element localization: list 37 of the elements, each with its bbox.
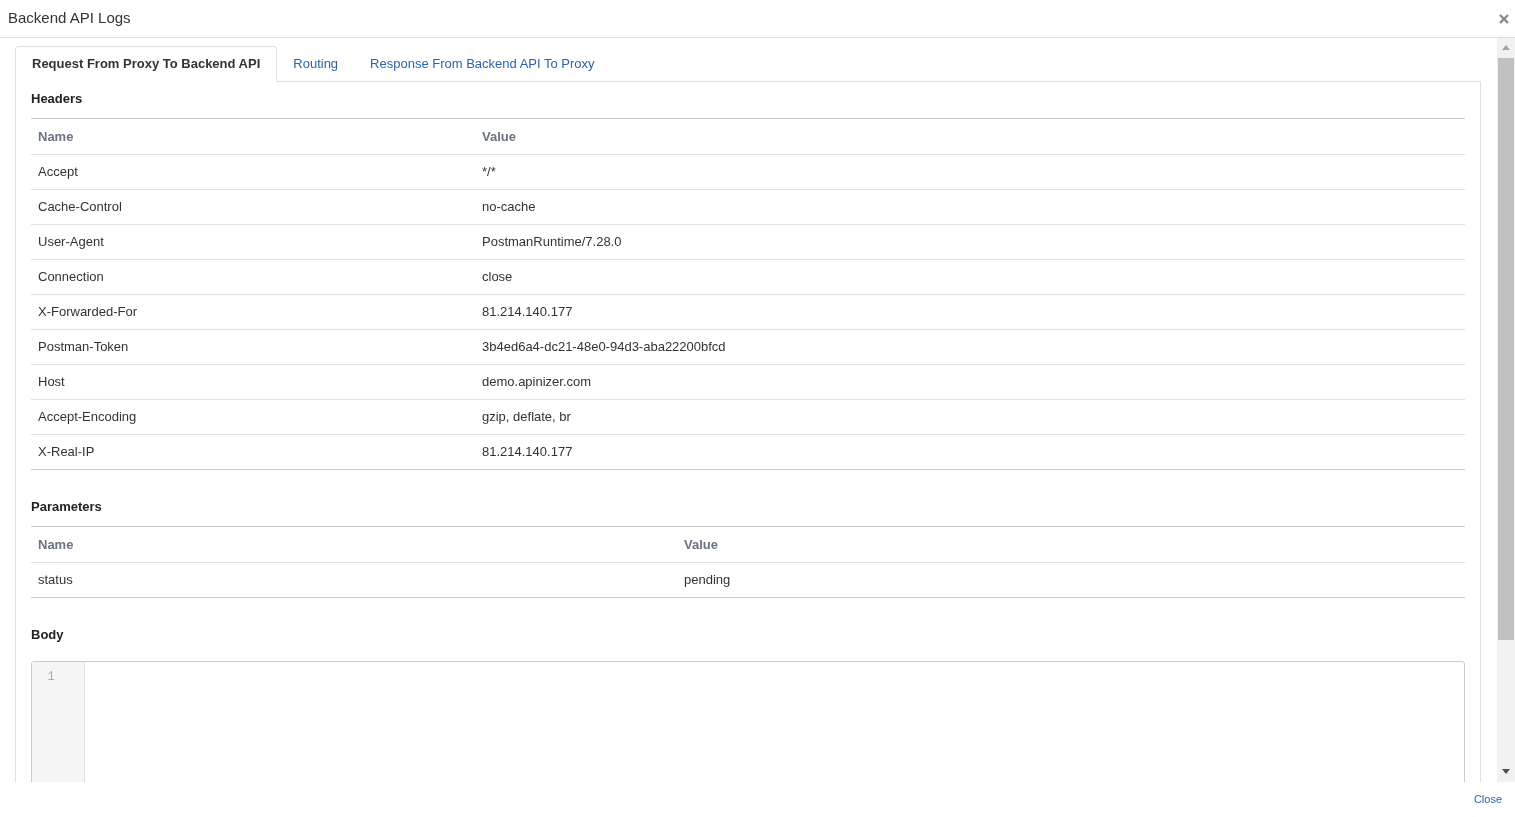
table-cell-text: */* (481, 163, 497, 182)
tab[interactable]: Request From Proxy To Backend API (15, 46, 278, 82)
table-cell-text: Accept-Encoding (37, 408, 138, 427)
section-title: Headers (31, 89, 83, 108)
scroll-up-icon[interactable] (1502, 45, 1510, 50)
table-cell-text: 81.214.140.177 (481, 443, 574, 462)
table-cell-text: PostmanRuntime/7.28.0 (481, 233, 623, 252)
column-header: Name (37, 535, 75, 554)
scrollbar-thumb[interactable] (1498, 58, 1514, 640)
table-cell-text: 81.214.140.177 (481, 303, 574, 322)
table-cell-text: status (37, 571, 74, 590)
table-cell-text: close (481, 268, 514, 287)
table-cell-text: Cache-Control (37, 198, 123, 217)
close-icon[interactable] (1498, 12, 1510, 25)
window-title: Backend API Logs (8, 8, 131, 29)
table-cell-text: 3b4ed6a4-dc21-48e0-94d3-aba22200bfcd (481, 338, 727, 357)
table-cell-text: Accept (37, 163, 79, 182)
tab[interactable]: Routing (277, 46, 355, 82)
table-cell-text: User-Agent (37, 233, 105, 252)
table-cell-text: X-Real-IP (37, 443, 96, 462)
close-link[interactable]: Close (1473, 791, 1502, 808)
table-cell-text: Host (37, 373, 66, 392)
table-cell-text: Connection (37, 268, 105, 287)
table-cell-text: pending (683, 571, 732, 590)
table-cell-text: gzip, deflate, br (481, 408, 572, 427)
column-header: Name (37, 127, 75, 146)
column-header: Value (481, 127, 517, 146)
section-title: Parameters (31, 497, 102, 516)
table-cell-text: X-Forwarded-For (37, 303, 138, 322)
table-cell-text: no-cache (481, 198, 537, 217)
tab[interactable]: Response From Backend API To Proxy (354, 46, 611, 82)
column-header: Value (683, 535, 719, 554)
section-title: Body (31, 625, 64, 644)
line-number: 1 (47, 669, 55, 686)
table-cell-text: demo.apinizer.com (481, 373, 593, 392)
table-cell-text: Postman-Token (37, 338, 130, 357)
scroll-down-icon[interactable] (1502, 769, 1510, 774)
